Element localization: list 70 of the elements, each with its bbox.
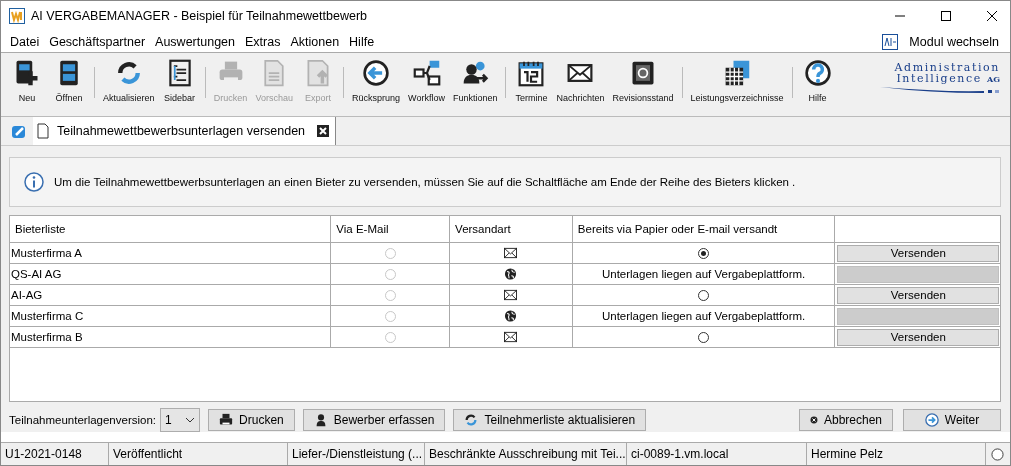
radio-button[interactable] <box>698 331 710 343</box>
send-button[interactable]: Versenden <box>837 328 1000 346</box>
menu-item[interactable]: Hilfe <box>344 34 380 49</box>
caret-icon <box>185 417 196 424</box>
table-cell: Musterfirma C <box>10 306 332 327</box>
status-circle-icon <box>991 447 1004 461</box>
send-button[interactable]: Versenden <box>837 286 1000 304</box>
radio-button[interactable] <box>698 247 710 259</box>
action-button[interactable]: Drucken <box>208 409 295 432</box>
version-dropdown[interactable]: 1 <box>160 408 201 433</box>
menu-item[interactable]: Aktionen <box>285 34 345 49</box>
info-icon <box>24 172 44 193</box>
column-header: Via E-Mail <box>331 216 451 243</box>
toolbar-button[interactable]: Nachrichten <box>552 53 609 116</box>
app-logo-icon <box>9 7 25 24</box>
new-document-icon <box>13 59 41 88</box>
maximize-icon[interactable] <box>940 9 952 22</box>
company-logo: Administration Intelligence AG <box>880 53 1010 116</box>
window-title: AI VERGABEMANAGER - Beispiel für Teilnahmewettbewerb <box>31 8 367 23</box>
version-label: Teilnahmeunterlagenversion: <box>9 414 157 427</box>
send-button[interactable]: Versenden <box>837 244 1000 262</box>
status-field: Hermine Pelz <box>807 443 986 465</box>
status-field: U1-2021-0148 <box>1 443 109 465</box>
toolbar-button[interactable]: Hilfe <box>796 53 839 116</box>
module-switch-link[interactable]: Modul wechseln <box>904 34 1004 49</box>
toolbar-button[interactable]: Leistungsverzeichnisse <box>686 53 788 116</box>
toolbar-button[interactable]: Aktualisieren <box>99 53 159 116</box>
action-button[interactable]: Abbrechen <box>799 409 893 432</box>
calendar-icon <box>517 59 546 88</box>
menu-item[interactable]: Datei <box>5 34 45 49</box>
toolbar-button[interactable]: Termine <box>510 53 553 116</box>
refresh-icon <box>464 413 479 428</box>
action-button[interactable]: Bewerber erfassen <box>302 409 446 432</box>
menu-item[interactable]: Extras <box>240 34 286 49</box>
status-field: Beschränkte Ausschreibung mit Tei... <box>425 443 627 465</box>
arrow-circle-icon <box>924 413 939 428</box>
column-header: Bereits via Papier oder E-mail versandt <box>572 216 836 243</box>
table-cell: QS-AI AG <box>10 264 332 285</box>
toolbar-button[interactable]: Öffnen <box>48 53 90 116</box>
column-header: Bieterliste <box>10 216 332 243</box>
menu-item[interactable]: Auswertungen <box>150 34 240 49</box>
toolbar-button[interactable]: Rücksprung <box>348 53 405 116</box>
table-cell: Musterfirma A <box>10 243 332 264</box>
toolbar-button[interactable]: Workflow <box>404 53 449 116</box>
table-cell: Unterlagen liegen auf Vergabeplattform. <box>572 306 836 327</box>
action-button[interactable]: Weiter <box>903 409 1001 432</box>
document-icon <box>37 122 49 139</box>
menu-item[interactable]: Geschäftspartner <box>44 34 151 49</box>
document-tab[interactable]: Teilnahmewettbewerbsunterlagen versenden <box>33 116 337 146</box>
table-cell: Musterfirma B <box>10 327 332 348</box>
table-cell: AI-AG <box>10 285 332 306</box>
status-field: Veröffentlicht <box>109 443 288 465</box>
action-button[interactable]: Teilnehmerliste aktualisieren <box>453 409 647 432</box>
column-header: Versandart <box>450 216 573 243</box>
table-icon <box>723 59 752 88</box>
radio-button[interactable] <box>698 289 710 301</box>
help-icon <box>803 59 832 88</box>
module-icon[interactable] <box>882 33 899 50</box>
status-field: Liefer-/Dienstleistung (... <box>288 443 425 465</box>
edit-icon[interactable] <box>11 123 27 140</box>
status-field: ci-0089-1.vm.local <box>627 443 807 465</box>
workflow-icon <box>412 59 441 88</box>
close-icon[interactable] <box>986 9 998 22</box>
toolbar-button[interactable]: Revisionsstand <box>608 53 678 116</box>
toolbar-button[interactable]: Neu <box>6 53 48 116</box>
toolbar-button[interactable]: Funktionen <box>448 53 502 116</box>
close-icon[interactable] <box>317 124 330 137</box>
table-cell: Unterlagen liegen auf Vergabeplattform. <box>572 264 836 285</box>
info-text: Um die Teilnahmewettbewerbsunterlagen an einen Bieter zu versenden, müssen Sie auf die Schaltfläche am Ende der Reihe des Bieters klicken . <box>54 176 796 189</box>
toolbar-button[interactable]: Sidebar <box>158 53 201 116</box>
